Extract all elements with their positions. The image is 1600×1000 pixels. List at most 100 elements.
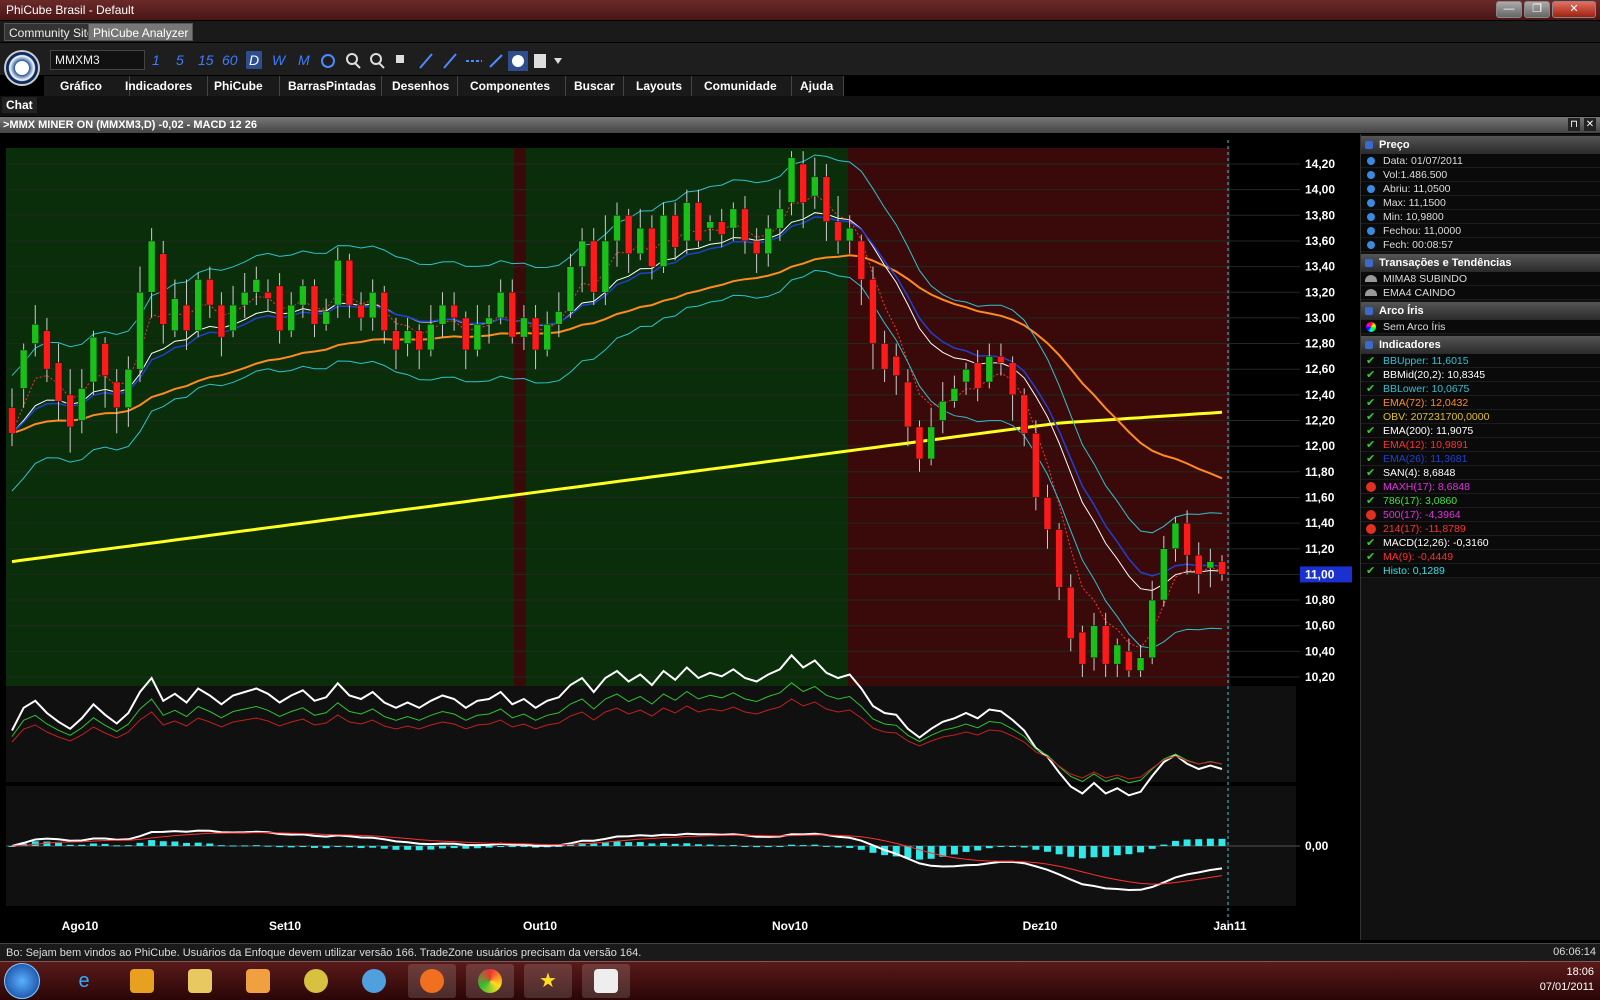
edit-icon[interactable]: [534, 54, 546, 68]
indicator-row[interactable]: ✔ EMA(72): 12,0432: [1361, 396, 1600, 410]
indicator-row[interactable]: 214(17): -11,8789: [1361, 522, 1600, 536]
candle-body: [1206, 561, 1215, 569]
checkmark-icon[interactable]: ✔: [1366, 452, 1375, 466]
indicator-row[interactable]: ✔ MA(9): -0,4449: [1361, 550, 1600, 564]
candle-body: [589, 240, 598, 293]
period-15-button[interactable]: 15: [198, 51, 214, 69]
indicator-row[interactable]: ✔ EMA(12): 10,9891: [1361, 438, 1600, 452]
indicator-row[interactable]: ✔ SAN(4): 8,6848: [1361, 466, 1600, 480]
checkmark-icon[interactable]: ✔: [1366, 550, 1375, 564]
clock-time[interactable]: 18:06: [1540, 965, 1594, 980]
bullet-icon: [1367, 171, 1375, 179]
indicator-row[interactable]: ✔ BBLower: 10,0675: [1361, 382, 1600, 396]
symbol-input[interactable]: MMXM3: [50, 50, 145, 70]
indicator-row[interactable]: 500(17): -4,3964: [1361, 508, 1600, 522]
minimize-button[interactable]: —: [1496, 1, 1522, 18]
macd-histogram-bar: [962, 846, 970, 852]
phicube-logo-icon[interactable]: [4, 50, 40, 86]
checkmark-icon[interactable]: ✔: [1366, 354, 1375, 368]
indicator-row[interactable]: ✔ BBMid(20,2): 10,8345: [1361, 368, 1600, 382]
price-tick-label: 10,60: [1305, 619, 1335, 633]
macd-histogram-bar: [1195, 839, 1203, 846]
indicator-row[interactable]: MAXH(17): 8,6848: [1361, 480, 1600, 494]
refresh-icon[interactable]: [321, 54, 335, 68]
checkmark-icon[interactable]: ✔: [1366, 396, 1375, 410]
macd-histogram-bar: [334, 846, 342, 847]
menu-phicube[interactable]: PhiCube: [210, 76, 280, 96]
explorer-icon[interactable]: [176, 964, 224, 998]
period-60-button[interactable]: 60: [222, 51, 238, 69]
checkmark-icon[interactable]: ✔: [1366, 536, 1375, 550]
tab-phicube-analyzer[interactable]: PhiCube Analyzer: [88, 23, 194, 41]
checkmark-icon[interactable]: ✔: [1366, 438, 1375, 452]
messenger-icon[interactable]: [350, 964, 398, 998]
trends-section-title[interactable]: Transações e Tendências: [1361, 254, 1600, 272]
media-player-icon[interactable]: [234, 964, 282, 998]
firefox-icon[interactable]: [408, 964, 456, 998]
line-tool-icon[interactable]: [419, 53, 433, 69]
info-icon[interactable]: [508, 51, 528, 71]
fibo-tool-icon[interactable]: [443, 53, 457, 69]
macd-zero-label: 0,00: [1305, 839, 1329, 853]
price-chart[interactable]: 14,20 14,00 13,80 13,60 13,40 13,20 13,00 12,80…: [0, 134, 1358, 940]
price-tick-label: 10,80: [1305, 593, 1335, 607]
time-tick-label: Nov10: [772, 919, 808, 933]
start-button-icon[interactable]: [4, 963, 40, 999]
checkmark-icon[interactable]: ✔: [1366, 382, 1375, 396]
indicators-section-title[interactable]: Indicadores: [1361, 336, 1600, 354]
zoom-out-icon[interactable]: [346, 53, 361, 69]
menu-buscar[interactable]: Buscar: [570, 76, 624, 96]
menu-desenhos[interactable]: Desenhos: [388, 76, 458, 96]
indicator-row[interactable]: ✔ 786(17): 3,0860: [1361, 494, 1600, 508]
checkmark-icon[interactable]: ✔: [1366, 564, 1375, 578]
menu-barraspintadas[interactable]: BarrasPintadas: [284, 76, 382, 96]
chrome-icon[interactable]: [466, 964, 514, 998]
indicator-row[interactable]: ✔ OBV: 207231700,0000: [1361, 410, 1600, 424]
candle-body: [822, 176, 831, 222]
macd-histogram-bar: [78, 844, 86, 846]
disabled-icon[interactable]: [1366, 482, 1376, 492]
disabled-icon[interactable]: [1366, 524, 1376, 534]
indicator-row[interactable]: ✔ EMA(200): 11,9075: [1361, 424, 1600, 438]
checkmark-icon[interactable]: ✔: [1366, 410, 1375, 424]
menu-layouts[interactable]: Layouts: [632, 76, 692, 96]
close-panel-button[interactable]: ✕: [1584, 118, 1596, 131]
arc-section-title[interactable]: Arco Íris: [1361, 302, 1600, 320]
price-section-title[interactable]: Preço: [1361, 136, 1600, 154]
pin-panel-button[interactable]: ⊓: [1568, 118, 1580, 131]
indicator-row[interactable]: ✔ MACD(12,26): -0,3160: [1361, 536, 1600, 550]
checkmark-icon[interactable]: ✔: [1366, 466, 1375, 480]
trend-line-icon[interactable]: [489, 54, 503, 68]
outlook-icon[interactable]: [118, 964, 166, 998]
checkmark-icon[interactable]: ✔: [1366, 494, 1375, 508]
ie-icon[interactable]: e: [60, 964, 108, 998]
indicator-row[interactable]: ✔ BBUpper: 11,6015: [1361, 354, 1600, 368]
macd-histogram-bar: [1032, 846, 1040, 850]
dropdown-arrow-icon[interactable]: [554, 58, 562, 64]
app-icon[interactable]: [292, 964, 340, 998]
phicube-star-icon[interactable]: ★: [524, 964, 572, 998]
maximize-button[interactable]: ❐: [1524, 1, 1550, 18]
zoom-in-icon[interactable]: [370, 53, 385, 69]
close-button[interactable]: ✕: [1552, 1, 1596, 18]
period-m-button[interactable]: M: [298, 51, 310, 69]
period-d-button[interactable]: D: [246, 51, 263, 69]
menu-comunidade[interactable]: Comunidade: [700, 76, 792, 96]
clock-date[interactable]: 07/01/2011: [1540, 980, 1594, 995]
period-w-button[interactable]: W: [272, 51, 285, 69]
menu-ajuda[interactable]: Ajuda: [796, 76, 844, 96]
pin-icon[interactable]: [396, 55, 404, 63]
document-icon[interactable]: [582, 964, 630, 998]
indicator-row[interactable]: ✔ EMA(26): 11,3681: [1361, 452, 1600, 466]
tab-community-site[interactable]: Community Site: [4, 23, 99, 41]
checkmark-icon[interactable]: ✔: [1366, 368, 1375, 382]
chat-button[interactable]: Chat: [2, 97, 37, 113]
menu-indicadores[interactable]: Indicadores: [121, 76, 208, 96]
period-5-button[interactable]: 5: [176, 51, 184, 69]
period-1-button[interactable]: 1: [152, 51, 160, 69]
disabled-icon[interactable]: [1366, 510, 1376, 520]
menu-componentes[interactable]: Componentes: [466, 76, 566, 96]
checkmark-icon[interactable]: ✔: [1366, 424, 1375, 438]
menu-grafico[interactable]: Gráfico: [56, 76, 130, 96]
indicator-row[interactable]: ✔ Histo: 0,1289: [1361, 564, 1600, 578]
